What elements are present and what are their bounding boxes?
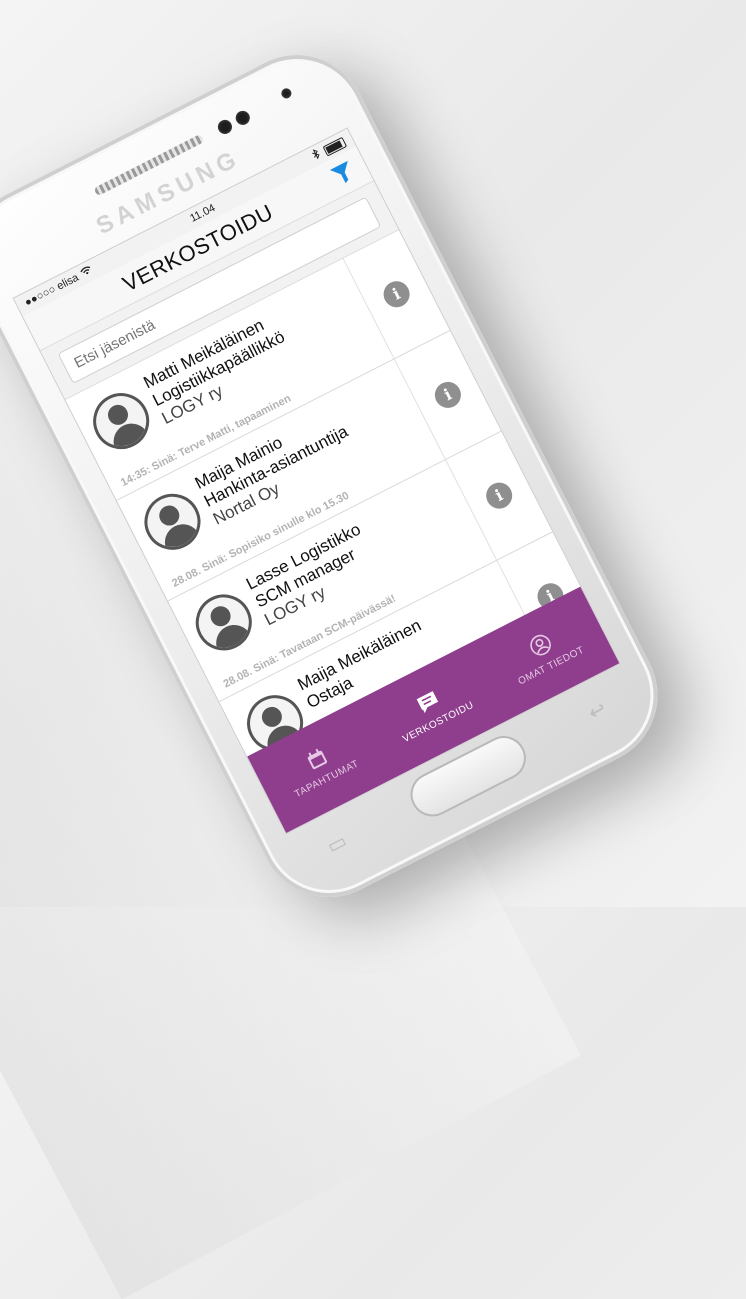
avatar-icon	[83, 383, 159, 459]
bluetooth-icon	[310, 148, 323, 164]
wifi-icon	[79, 264, 95, 280]
info-icon[interactable]: i	[379, 276, 415, 312]
calendar-icon	[303, 746, 331, 776]
profile-icon	[526, 630, 557, 662]
sensor-icon	[233, 108, 253, 128]
recent-apps-icon: ▭	[323, 830, 351, 859]
avatar-icon	[134, 484, 211, 560]
filter-icon[interactable]	[327, 157, 362, 194]
sensor-icon	[215, 117, 235, 137]
back-icon: ↩	[585, 697, 611, 726]
avatar-icon	[186, 584, 262, 661]
info-icon[interactable]: i	[430, 377, 466, 413]
tab-verkostoidu[interactable]: VERKOSTOIDU	[389, 676, 476, 745]
front-camera-icon	[279, 86, 294, 101]
tab-tapahtumat[interactable]: TAPAHTUMAT	[281, 734, 361, 800]
info-icon[interactable]: i	[481, 478, 517, 514]
tab-omat-tiedot[interactable]: OMAT TIEDOT	[503, 619, 586, 687]
